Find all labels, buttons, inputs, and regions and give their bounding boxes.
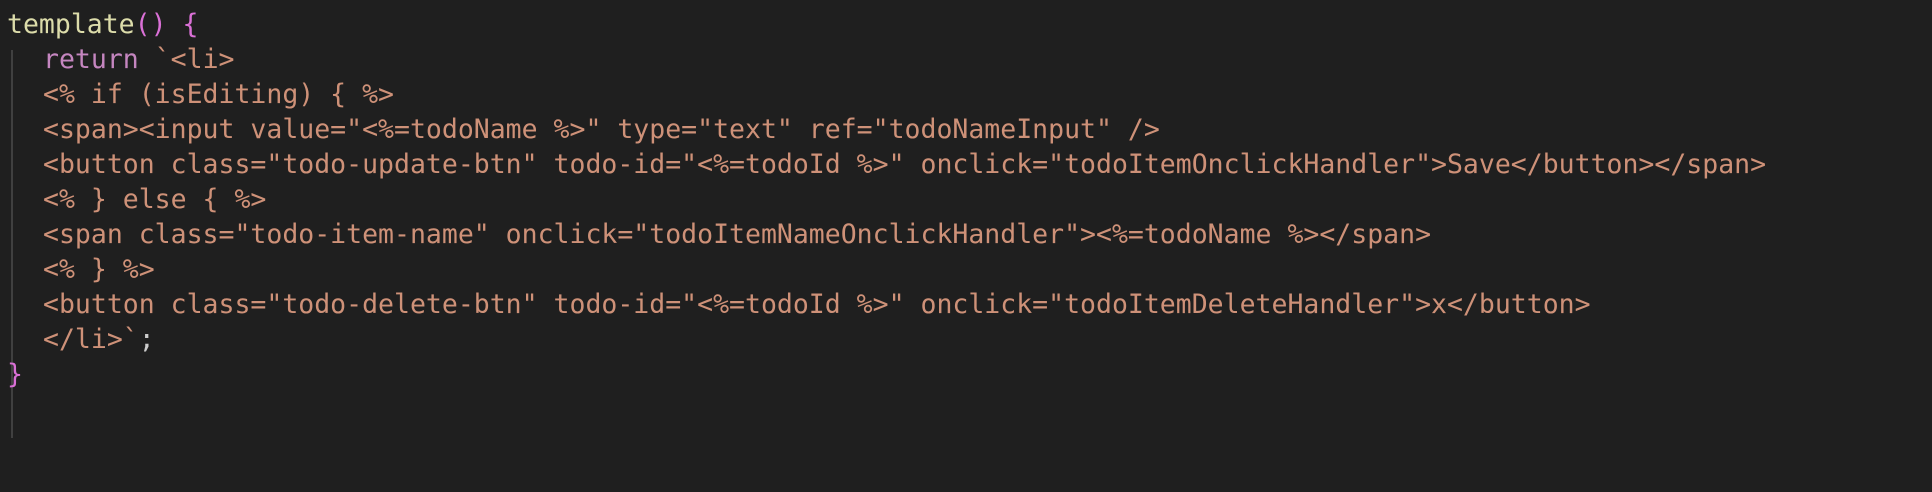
close-brace: }: [7, 359, 23, 390]
return-keyword: return: [43, 44, 139, 75]
template-literal-start: `<li>: [154, 44, 235, 75]
code-line-10: </li>`;: [43, 318, 155, 361]
code-line-11: }: [7, 353, 23, 396]
function-parens: (): [134, 9, 167, 40]
code-line-9: <button class="todo-delete-btn" todo-id=…: [43, 289, 1591, 320]
template-literal-end: </li>`: [43, 324, 139, 355]
semicolon: ;: [138, 324, 155, 355]
open-brace: {: [182, 9, 199, 40]
function-name: template: [7, 9, 135, 40]
code-line-5: <button class="todo-update-btn" todo-id=…: [43, 149, 1767, 180]
code-line-7: <span class="todo-item-name" onclick="to…: [43, 219, 1432, 250]
code-editor[interactable]: template() { return `<li> <% if (isEditi…: [0, 0, 1932, 492]
